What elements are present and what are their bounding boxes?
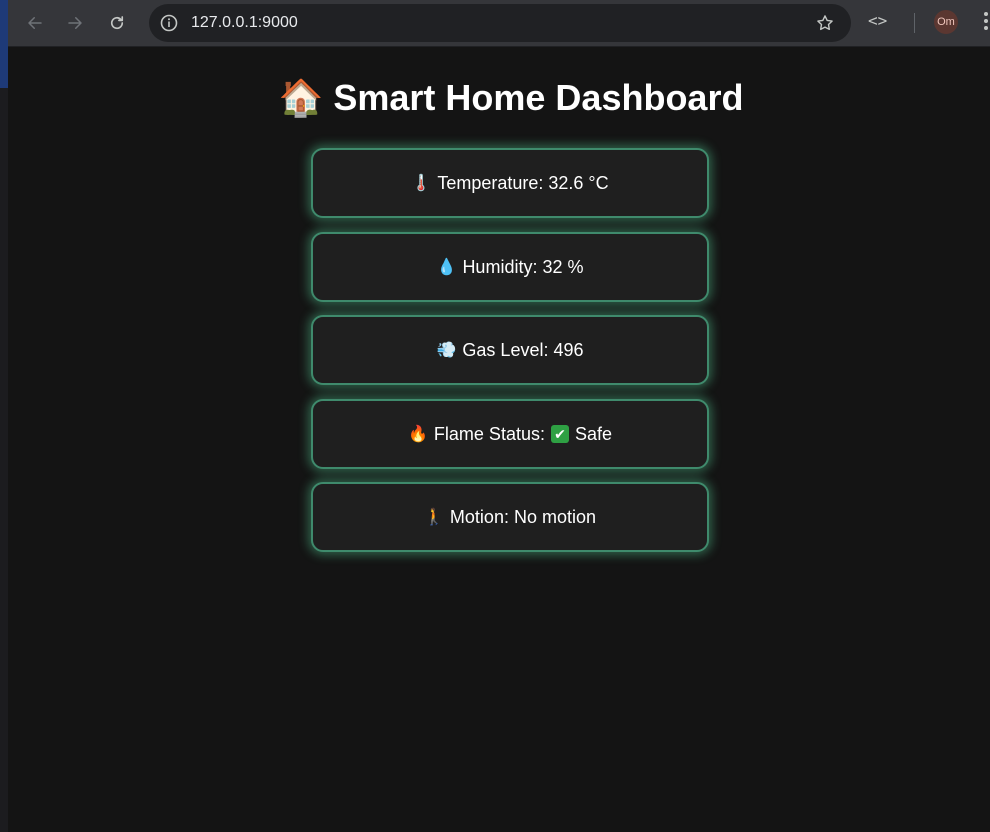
person-walking-icon: 🚶 (424, 509, 444, 526)
page-title: 🏠 Smart Home Dashboard (8, 77, 990, 119)
gas-icon: 💨 (436, 342, 457, 359)
forward-button[interactable] (60, 8, 90, 38)
browser-toolbar: 127.0.0.1:9000 <> Om (8, 0, 990, 47)
flame-status-value: Safe (574, 423, 612, 444)
motion-card: 🚶 Motion: No motion (311, 482, 709, 552)
temperature-card: 🌡️ Temperature: 32.6 °C (311, 148, 709, 218)
water-drop-icon: 💧 (436, 259, 457, 276)
thermometer-icon: 🌡️ (411, 175, 432, 192)
reload-icon (110, 16, 124, 30)
flame-status-card: 🔥 Flame Status: ✔ Safe (311, 399, 709, 469)
screenshot-frame: 127.0.0.1:9000 <> Om 🏠 Smart Home Dashboa… (0, 0, 990, 832)
arrow-right-icon (68, 17, 82, 29)
address-bar[interactable]: 127.0.0.1:9000 (149, 4, 851, 42)
url-text[interactable]: 127.0.0.1:9000 (191, 14, 298, 32)
site-info-icon[interactable] (159, 13, 179, 33)
back-button[interactable] (20, 8, 50, 38)
motion-label: Motion: No motion (449, 506, 596, 527)
page-title-text: Smart Home Dashboard (333, 77, 744, 118)
gas-level-card: 💨 Gas Level: 496 (311, 315, 709, 385)
gas-level-label: Gas Level: 496 (462, 339, 584, 360)
adjacent-window-accent (0, 0, 8, 88)
humidity-label: Humidity: 32 % (462, 256, 584, 277)
bookmark-star-icon[interactable] (815, 13, 835, 33)
profile-avatar[interactable]: Om (934, 10, 958, 34)
page-content: 🏠 Smart Home Dashboard 🌡️ Temperature: 32… (8, 47, 990, 832)
flame-icon: 🔥 (408, 426, 428, 443)
check-icon: ✔ (550, 425, 569, 443)
more-menu-icon[interactable] (984, 12, 990, 34)
arrow-left-icon (28, 17, 42, 29)
flame-status-label: Flame Status: (433, 423, 545, 444)
humidity-card: 💧 Humidity: 32 % (311, 232, 709, 302)
toolbar-separator (914, 13, 915, 33)
temperature-label: Temperature: 32.6 °C (437, 172, 609, 193)
devtools-code-icon[interactable]: <> (868, 11, 887, 30)
house-icon: 🏠 (278, 77, 324, 118)
reload-button[interactable] (102, 8, 132, 38)
